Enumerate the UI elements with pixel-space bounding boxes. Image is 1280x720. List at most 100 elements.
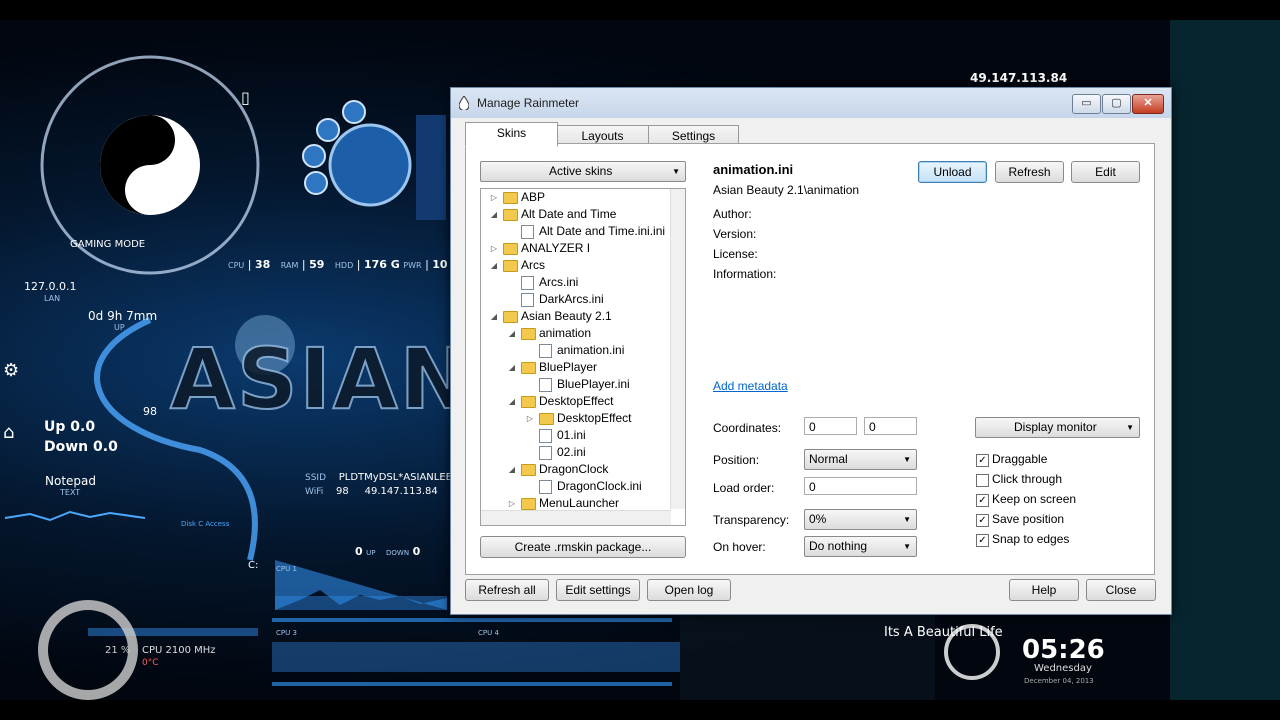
checkbox-label[interactable]: Save position <box>992 512 1064 526</box>
expand-icon[interactable]: ▷ <box>525 410 535 427</box>
file-icon <box>539 344 552 358</box>
minimize-button[interactable]: ▭ <box>1072 94 1101 114</box>
wifi-row: WiFi 98 49.147.113.84 <box>305 486 438 497</box>
tree-item-label: Asian Beauty 2.1 <box>521 309 612 323</box>
checkbox-label[interactable]: Snap to edges <box>992 532 1069 546</box>
load-order-field[interactable]: 0 <box>804 477 917 495</box>
checkbox[interactable]: ✓ <box>976 454 989 467</box>
tree-item[interactable]: Arcs.ini <box>481 274 671 291</box>
tree-item-label: DesktopEffect <box>557 411 632 425</box>
license-label: License: <box>713 247 758 261</box>
tree-item-label: DragonClock <box>539 462 609 476</box>
title-bar[interactable]: Manage Rainmeter ▭ ▢ ✕ <box>451 88 1171 118</box>
skins-tree[interactable]: ▷ ABP ◢ Alt Date and Time Alt Date and Time.… <box>480 188 686 526</box>
cpu-percent: 21 % <box>105 645 131 656</box>
tree-item[interactable]: animation.ini <box>481 342 671 359</box>
checkbox-label[interactable]: Click through <box>992 472 1062 486</box>
tree-item[interactable]: ◢ Asian Beauty 2.1 <box>481 308 671 325</box>
disk-access-label: Disk C Access <box>181 520 230 528</box>
ram-stat-value: 59 <box>309 258 325 271</box>
tree-item[interactable]: 01.ini <box>481 427 671 444</box>
tree-item[interactable]: Alt Date and Time.ini.ini <box>481 223 671 240</box>
checkbox[interactable]: ✓ <box>976 514 989 527</box>
tree-item-label: DragonClock.ini <box>557 479 642 493</box>
coord-y-field[interactable]: 0 <box>864 417 917 435</box>
edit-settings-button[interactable]: Edit settings <box>556 579 640 601</box>
hdd-stat-label: HDD <box>334 261 354 270</box>
close-button[interactable]: Close <box>1086 579 1156 601</box>
tab-skins[interactable]: Skins <box>465 122 558 147</box>
tree-horizontal-scrollbar[interactable] <box>481 510 671 525</box>
active-skins-dropdown[interactable]: Active skins ▼ <box>480 161 686 182</box>
tree-item[interactable]: ◢ DesktopEffect <box>481 393 671 410</box>
collapse-icon[interactable]: ◢ <box>507 461 517 478</box>
position-dropdown[interactable]: Normal ▼ <box>804 449 917 470</box>
open-log-button[interactable]: Open log <box>647 579 731 601</box>
checkbox-label[interactable]: Draggable <box>992 452 1047 466</box>
skin-path: Asian Beauty 2.1\animation <box>713 183 860 197</box>
file-icon <box>539 446 552 460</box>
maximize-button[interactable]: ▢ <box>1102 94 1131 114</box>
file-icon <box>521 225 534 239</box>
tree-item[interactable]: ◢ Arcs <box>481 257 671 274</box>
tree-item[interactable]: DarkArcs.ini <box>481 291 671 308</box>
chevron-down-icon: ▼ <box>1126 423 1134 432</box>
file-icon <box>539 378 552 392</box>
wifi-value: 98 <box>335 486 349 497</box>
checkbox[interactable] <box>976 474 989 487</box>
load-order-label: Load order: <box>713 481 775 495</box>
document-icon[interactable]: ▯ <box>241 88 250 107</box>
expand-icon[interactable]: ▷ <box>489 189 499 206</box>
collapse-icon[interactable]: ◢ <box>489 257 499 274</box>
tree-item[interactable]: ▷ DesktopEffect <box>481 410 671 427</box>
notepad-launcher[interactable]: Notepad <box>45 474 96 488</box>
tree-item[interactable]: ▷ ANALYZER I <box>481 240 671 257</box>
unload-button[interactable]: Unload <box>918 161 987 183</box>
transparency-dropdown[interactable]: 0% ▼ <box>804 509 917 530</box>
checkbox-label[interactable]: Keep on screen <box>992 492 1076 506</box>
home-icon[interactable]: ⌂ <box>3 422 14 443</box>
display-monitor-dropdown[interactable]: Display monitor ▼ <box>975 417 1140 438</box>
tree-item[interactable]: ◢ DragonClock <box>481 461 671 478</box>
help-button[interactable]: Help <box>1009 579 1079 601</box>
add-metadata-link[interactable]: Add metadata <box>713 379 788 393</box>
close-window-button[interactable]: ✕ <box>1132 94 1164 114</box>
tree-vertical-scrollbar[interactable] <box>670 189 685 509</box>
cpu1-label: CPU 1 <box>276 565 297 573</box>
tree-item[interactable]: ◢ Alt Date and Time <box>481 206 671 223</box>
manage-rainmeter-window: Manage Rainmeter ▭ ▢ ✕ Skins Layouts Set… <box>450 87 1172 615</box>
tree-item-label: Arcs <box>521 258 545 272</box>
refresh-all-button[interactable]: Refresh all <box>465 579 549 601</box>
gaming-mode-label[interactable]: GAMING MODE <box>70 239 145 250</box>
collapse-icon[interactable]: ◢ <box>489 206 499 223</box>
tree-item[interactable]: ◢ BluePlayer <box>481 359 671 376</box>
folder-icon <box>503 243 518 255</box>
create-rmskin-button[interactable]: Create .rmskin package... <box>480 536 686 558</box>
tree-item[interactable]: DragonClock.ini <box>481 478 671 495</box>
coord-x-field[interactable]: 0 <box>804 417 857 435</box>
collapse-icon[interactable]: ◢ <box>507 325 517 342</box>
expand-icon[interactable]: ▷ <box>489 240 499 257</box>
refresh-button[interactable]: Refresh <box>995 161 1064 183</box>
folder-icon <box>503 209 518 221</box>
active-skins-label: Active skins <box>549 164 613 178</box>
collapse-icon[interactable]: ◢ <box>507 359 517 376</box>
on-hover-dropdown[interactable]: Do nothing ▼ <box>804 536 917 557</box>
gear-icon[interactable]: ⚙ <box>3 360 19 381</box>
collapse-icon[interactable]: ◢ <box>489 308 499 325</box>
cpu4-label: CPU 4 <box>478 629 499 637</box>
tree-item-label: BluePlayer.ini <box>557 377 630 391</box>
checkbox[interactable]: ✓ <box>976 494 989 507</box>
net-up: Up 0.0 <box>44 419 96 435</box>
ssid-label: SSID <box>305 473 327 483</box>
tree-item[interactable]: ◢ animation <box>481 325 671 342</box>
tree-item[interactable]: BluePlayer.ini <box>481 376 671 393</box>
tree-item[interactable]: ▷ ABP <box>481 189 671 206</box>
down-small-label: DOWN <box>386 549 410 557</box>
edit-button[interactable]: Edit <box>1071 161 1140 183</box>
checkbox[interactable]: ✓ <box>976 534 989 547</box>
chevron-down-icon: ▼ <box>903 542 911 551</box>
folder-icon <box>539 413 554 425</box>
collapse-icon[interactable]: ◢ <box>507 393 517 410</box>
tree-item[interactable]: 02.ini <box>481 444 671 461</box>
